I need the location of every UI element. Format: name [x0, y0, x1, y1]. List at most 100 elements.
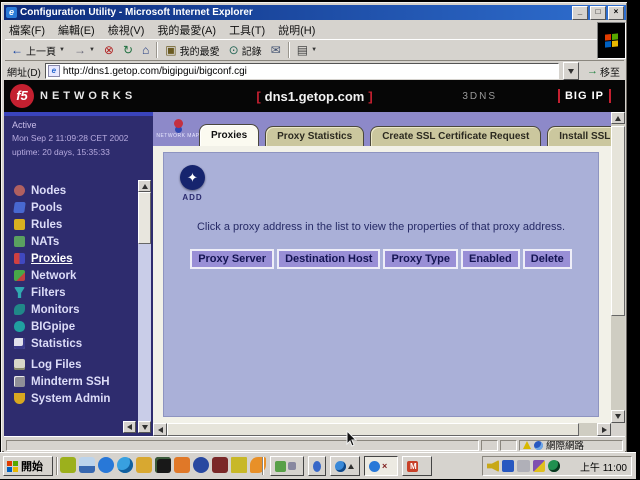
print-button[interactable]: ▤ ▼ — [293, 41, 321, 59]
sidebar: Active Mon Sep 2 11:09:28 CET 2002 uptim… — [4, 112, 153, 436]
add-button[interactable]: ✦ — [180, 165, 205, 190]
scroll-left-button[interactable] — [153, 423, 167, 436]
favorites-button[interactable]: ▣ 我的最愛 — [161, 41, 223, 59]
task-button-3[interactable] — [330, 456, 360, 476]
column-proxy-server[interactable]: Proxy Server — [190, 249, 274, 269]
close-button[interactable]: × — [608, 6, 624, 20]
menu-edit[interactable]: 編輯(E) — [58, 22, 95, 38]
restore-button[interactable]: □ — [590, 6, 606, 20]
tray-icon-2[interactable] — [502, 460, 514, 472]
quick-launch-icon-7[interactable] — [174, 457, 190, 473]
tray-icon-5[interactable] — [548, 460, 560, 472]
volume-icon[interactable] — [487, 460, 499, 472]
main-vertical-scrollbar[interactable] — [611, 112, 625, 423]
address-dropdown-button[interactable] — [563, 62, 579, 80]
tab-install-ssl-certificate[interactable]: Install SSL Certificate — [547, 126, 611, 146]
column-proxy-type[interactable]: Proxy Type — [383, 249, 458, 269]
stop-button[interactable]: ⊗ — [100, 41, 118, 59]
sidebar-scrollbar[interactable] — [138, 180, 151, 426]
scrollbar-thumb[interactable] — [138, 192, 151, 244]
terminal-icon[interactable] — [155, 457, 171, 473]
minimize-button[interactable]: _ — [572, 6, 588, 20]
task-button-2[interactable] — [308, 456, 326, 476]
sidebar-item-rules[interactable]: Rules — [14, 216, 132, 233]
sidebar-item-filters[interactable]: Filters — [14, 284, 132, 301]
forward-dropdown-icon[interactable]: ▼ — [89, 47, 95, 53]
refresh-button[interactable]: ↻ — [119, 41, 137, 59]
main-horizontal-scrollbar[interactable] — [153, 423, 611, 436]
internet-zone-icon — [534, 441, 543, 450]
quick-launch-icon-1[interactable] — [60, 457, 76, 473]
print-dropdown-icon[interactable]: ▼ — [311, 47, 317, 53]
content-area: ✦ ADD Click a proxy address in the list … — [153, 146, 611, 423]
menu-favorites[interactable]: 我的最愛(A) — [157, 22, 216, 38]
quick-launch-icon-9[interactable] — [212, 457, 228, 473]
show-desktop-icon[interactable] — [79, 457, 95, 473]
proxies-panel: ✦ ADD Click a proxy address in the list … — [163, 152, 599, 417]
scroll-up-button[interactable] — [611, 112, 625, 124]
scroll-right-button[interactable] — [597, 423, 611, 436]
menu-view[interactable]: 檢視(V) — [108, 22, 145, 38]
task-button-ie-active[interactable]: × — [364, 456, 398, 476]
menu-tools[interactable]: 工具(T) — [229, 22, 265, 38]
windows-start-icon — [7, 461, 18, 472]
scrollbar-thumb[interactable] — [167, 423, 579, 436]
forward-button[interactable]: → ▼ — [70, 41, 99, 59]
forward-icon: → — [74, 44, 86, 56]
sidebar-item-proxies[interactable]: Proxies — [14, 250, 132, 267]
sidebar-item-bigpipe[interactable]: BIGpipe — [14, 318, 132, 335]
tab-proxies[interactable]: Proxies — [199, 124, 259, 146]
sidebar-scroll-left-button[interactable] — [123, 421, 136, 433]
scroll-up-button[interactable] — [138, 180, 151, 192]
quick-launch-icon-3[interactable] — [98, 457, 114, 473]
address-bar: 網址(D) e http://dns1.getop.com/bigipgui/b… — [5, 60, 624, 80]
start-button[interactable]: 開始 — [3, 456, 53, 476]
network-map-button[interactable]: NETWORK MAP — [159, 115, 197, 143]
menu-file[interactable]: 檔案(F) — [9, 22, 45, 38]
mail-button[interactable]: ✉ — [267, 41, 285, 59]
tab-create-ssl-certificate-request[interactable]: Create SSL Certificate Request — [370, 126, 541, 146]
sidebar-scroll-down-button[interactable] — [138, 421, 151, 433]
tab-proxy-statistics[interactable]: Proxy Statistics — [265, 126, 364, 146]
task-button-1[interactable] — [270, 456, 304, 476]
quick-launch-icon-5[interactable] — [136, 457, 152, 473]
proxy-table-header-row: Proxy Server Destination Host Proxy Type… — [164, 249, 598, 269]
sidebar-item-statistics[interactable]: Statistics — [14, 335, 132, 352]
internet-explorer-icon[interactable] — [117, 457, 133, 473]
quick-launch-icon-8[interactable] — [193, 457, 209, 473]
title-bar[interactable]: e Configuration Utility - Microsoft Inte… — [4, 5, 626, 20]
menu-help[interactable]: 說明(H) — [278, 22, 315, 38]
tray-icon-4[interactable] — [533, 460, 545, 472]
go-button[interactable]: → 移至 — [583, 63, 624, 79]
back-dropdown-icon[interactable]: ▼ — [59, 47, 65, 53]
scroll-down-button[interactable] — [611, 410, 625, 423]
column-destination-host[interactable]: Destination Host — [277, 249, 380, 269]
taskbar-separator — [56, 457, 58, 475]
sidebar-item-pools[interactable]: Pools — [14, 199, 132, 216]
alert-icon — [523, 441, 531, 449]
sidebar-item-system-admin[interactable]: System Admin — [14, 390, 132, 407]
tray-icon-3[interactable] — [517, 460, 530, 472]
home-button[interactable]: ⌂ — [138, 41, 153, 59]
sidebar-item-nats[interactable]: NATs — [14, 233, 132, 250]
column-enabled[interactable]: Enabled — [461, 249, 520, 269]
sidebar-item-network[interactable]: Network — [14, 267, 132, 284]
sidebar-item-log-files[interactable]: Log Files — [14, 356, 132, 373]
nats-icon — [14, 236, 25, 247]
quick-launch-icon-10[interactable] — [231, 457, 247, 473]
status-message-panel — [6, 440, 479, 451]
task-button-5[interactable]: M — [402, 456, 432, 476]
mail-icon: ✉ — [271, 44, 281, 56]
sidebar-item-nodes[interactable]: Nodes — [14, 182, 132, 199]
column-delete[interactable]: Delete — [523, 249, 572, 269]
history-button[interactable]: ⊙ 記錄 — [225, 41, 266, 59]
screen: e Configuration Utility - Microsoft Inte… — [0, 0, 640, 480]
sidebar-item-monitors[interactable]: Monitors — [14, 301, 132, 318]
filters-icon — [14, 287, 25, 298]
sidebar-item-mindterm-ssh[interactable]: Mindterm SSH — [14, 373, 132, 390]
pools-icon — [13, 202, 26, 213]
back-button[interactable]: ← 上一頁 ▼ — [7, 41, 69, 59]
tab-bar: NETWORK MAP Proxies Proxy Statistics Cre… — [153, 112, 611, 146]
address-input[interactable]: e http://dns1.getop.com/bigipgui/bigconf… — [45, 63, 559, 79]
scrollbar-thumb[interactable] — [611, 126, 625, 316]
